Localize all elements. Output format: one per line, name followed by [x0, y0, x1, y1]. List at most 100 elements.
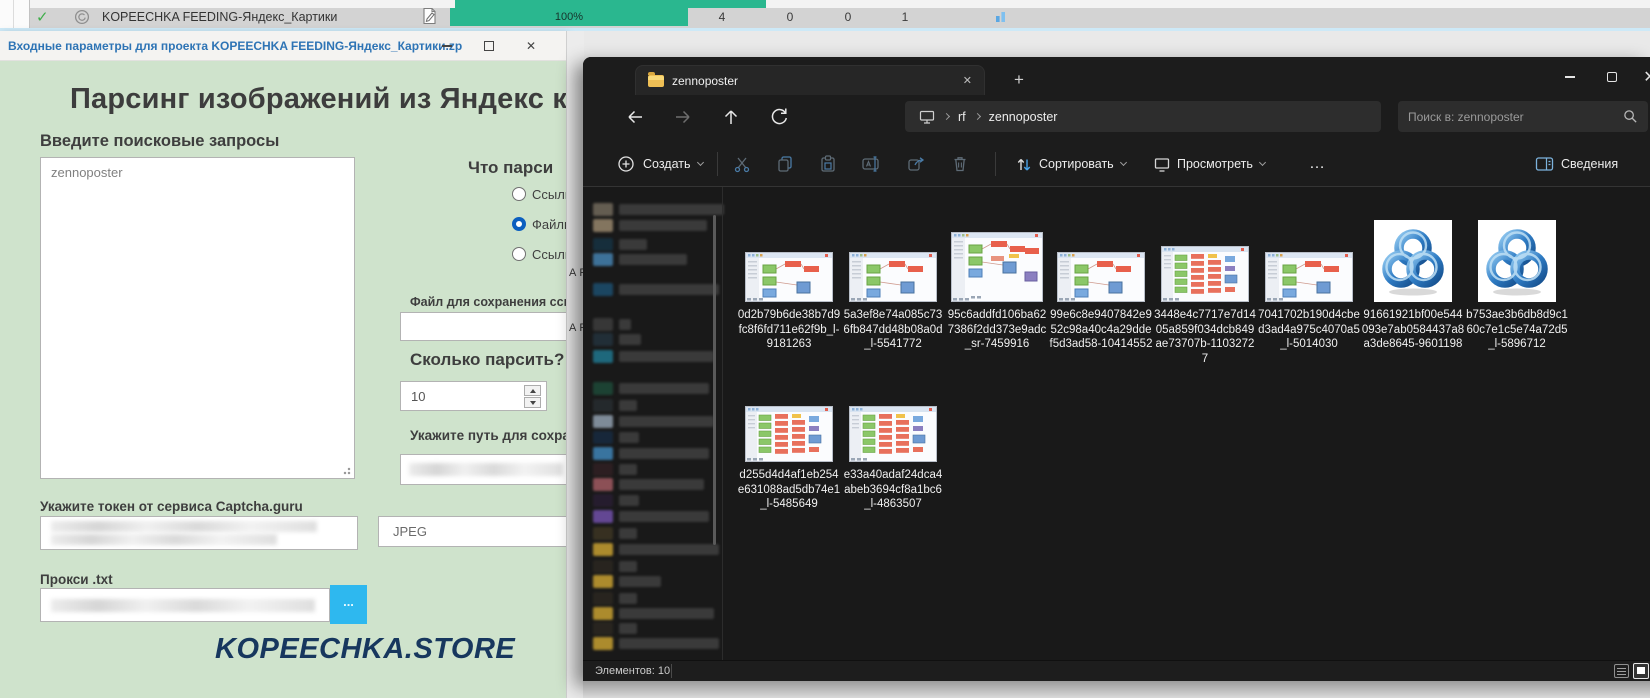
view-button[interactable]: Просмотреть [1153, 149, 1265, 179]
sidebar-item-redacted[interactable] [593, 238, 647, 251]
minimize-button[interactable] [432, 35, 462, 57]
file-tile[interactable]: 91661921bf00e544093e7ab0584437a8a3de8645… [1361, 220, 1465, 372]
sidebar-item-redacted[interactable] [593, 253, 687, 266]
file-tile[interactable]: 95c6addfd106ba627386f2dd373e9adc_sr-7459… [945, 232, 1049, 372]
sidebar-item-redacted[interactable] [593, 575, 661, 588]
details-view-toggle-icon[interactable] [1614, 664, 1629, 678]
queries-textarea[interactable]: zennoposter [40, 157, 355, 479]
sidebar-item-redacted[interactable] [593, 382, 709, 395]
thumbnail-view-toggle-icon[interactable] [1633, 663, 1649, 679]
minimize-button[interactable] [1555, 67, 1585, 87]
browse-button[interactable]: ... [330, 585, 367, 624]
sidebar-item-redacted[interactable] [593, 463, 637, 476]
stats-chart-icon[interactable] [995, 11, 1007, 22]
sidebar-item-label-redacted [619, 416, 714, 427]
folder-icon [648, 75, 664, 87]
save-path-input[interactable] [400, 454, 566, 485]
format-select[interactable]: JPEG [378, 516, 566, 547]
copy-icon[interactable] [776, 155, 794, 173]
sidebar-item-redacted[interactable] [593, 219, 707, 232]
radio-selected-icon[interactable] [512, 217, 526, 231]
spin-down-icon[interactable] [524, 397, 541, 408]
rename-icon[interactable] [862, 155, 882, 173]
forward-button[interactable] [671, 105, 695, 129]
file-tile[interactable]: e33a40adaf24dca4abeb3694cf8a1bc6_l-48635… [841, 406, 945, 532]
tab-close-icon[interactable]: ✕ [963, 74, 972, 87]
sidebar-item-redacted[interactable] [593, 283, 719, 296]
file-tile[interactable]: 99e6c8e9407842e952c98a40c4a29ddef5d3ad58… [1049, 252, 1153, 372]
sidebar-item-label-redacted [619, 608, 714, 619]
document-edit-icon[interactable] [421, 7, 438, 25]
sidebar-item-redacted[interactable] [593, 333, 641, 346]
sidebar-item-redacted[interactable] [593, 318, 631, 331]
sidebar-item-icon [593, 382, 613, 395]
maximize-button[interactable] [474, 35, 504, 57]
breadcrumb-item[interactable]: zennoposter [989, 110, 1058, 124]
sidebar-item-redacted[interactable] [593, 637, 719, 650]
sidebar-item-redacted[interactable] [593, 592, 637, 605]
how-many-spinner[interactable]: 10 [400, 381, 547, 411]
file-tile[interactable]: 0d2b79b6de38b7d9fc8f6fd711e62f9b_l-91812… [737, 252, 841, 372]
sidebar-item-redacted[interactable] [593, 350, 714, 363]
explorer-tab[interactable]: zennoposter ✕ [635, 65, 985, 95]
sidebar-item-redacted[interactable] [593, 622, 637, 635]
save-links-input[interactable] [400, 312, 566, 341]
sort-button[interactable]: Сортировать [1015, 149, 1126, 179]
sidebar-item-redacted[interactable] [593, 399, 637, 412]
delete-icon[interactable] [951, 155, 969, 173]
sidebar-item-redacted[interactable] [593, 203, 724, 216]
task-row[interactable]: ✓ KOPEECHKA FEEDING-Яндекс_Картики 100% … [0, 0, 1650, 31]
share-icon[interactable] [907, 155, 926, 173]
paste-icon[interactable] [819, 155, 837, 173]
sidebar-item-redacted[interactable] [593, 478, 704, 491]
file-tile[interactable]: 5a3ef8e74a085c736fb847dd48b08a0d_l-55417… [841, 252, 945, 372]
back-button[interactable] [623, 105, 647, 129]
sidebar-item-redacted[interactable] [593, 431, 639, 444]
resize-grip-icon[interactable] [341, 465, 351, 475]
proxy-input[interactable] [40, 588, 330, 622]
radio-icon[interactable] [512, 247, 526, 261]
sidebar-item-label-redacted [619, 239, 647, 250]
sidebar-scrollbar[interactable] [713, 215, 716, 545]
radio-option[interactable]: Ссылки [512, 186, 566, 202]
brand-logo: KOPEECHKA.STORE [215, 633, 515, 666]
breadcrumb[interactable]: rf zennoposter [905, 101, 1381, 132]
details-pane-button[interactable]: Сведения [1535, 149, 1618, 179]
dialog-titlebar[interactable]: Входные параметры для проекта KOPEECHKA … [0, 31, 566, 61]
sidebar-item-redacted[interactable] [593, 447, 709, 460]
radio-option[interactable]: Файлы [512, 216, 566, 232]
sidebar-item-redacted[interactable] [593, 543, 719, 556]
file-tile[interactable]: 3448e4c7717e7d1405a859f034dcb849ae73707b… [1153, 246, 1257, 372]
search-input[interactable]: Поиск в: zennoposter [1398, 101, 1648, 132]
radio-option[interactable]: Ссылки + фа [512, 246, 566, 262]
sidebar-item-redacted[interactable] [593, 527, 637, 540]
sidebar-item-redacted[interactable] [593, 415, 714, 428]
sidebar-item-redacted[interactable] [593, 494, 639, 507]
previous-row-progress [455, 0, 766, 8]
sidebar-item-redacted[interactable] [593, 607, 714, 620]
more-button[interactable]: … [1309, 149, 1326, 179]
file-tile[interactable]: 7041702b190d4cbed3ad4a975c4070a5_l-50140… [1257, 252, 1361, 372]
up-button[interactable] [719, 105, 743, 129]
search-icon[interactable] [1623, 109, 1638, 124]
sidebar-item-label-redacted [619, 220, 707, 231]
breadcrumb-item[interactable]: rf [958, 110, 966, 124]
spin-up-icon[interactable] [524, 385, 541, 396]
radio-icon[interactable] [512, 187, 526, 201]
sidebar-item-redacted[interactable] [593, 560, 637, 573]
sidebar-item-redacted[interactable] [593, 510, 709, 523]
spinner-buttons[interactable] [524, 385, 541, 408]
new-button[interactable]: Создать [617, 149, 703, 179]
new-tab-button[interactable]: + [1007, 69, 1031, 93]
refresh-button[interactable] [767, 105, 791, 129]
close-button[interactable]: ✕ [1635, 67, 1650, 87]
file-name: 3448e4c7717e7d1405a859f034dcb849ae73707b… [1153, 308, 1257, 366]
file-tile[interactable]: b753ae3b6db8d9c160c7e1c5e74a72d5_l-58967… [1465, 220, 1569, 372]
maximize-button[interactable] [1597, 67, 1627, 87]
chevron-right-icon [943, 113, 950, 120]
captcha-token-input[interactable] [40, 516, 358, 550]
sidebar-item-icon [593, 283, 613, 296]
close-button[interactable]: ✕ [516, 35, 546, 57]
cut-icon[interactable] [733, 155, 751, 173]
file-tile[interactable]: d255d4d4af1eb254e631088ad5db74e1_l-54856… [737, 406, 841, 532]
